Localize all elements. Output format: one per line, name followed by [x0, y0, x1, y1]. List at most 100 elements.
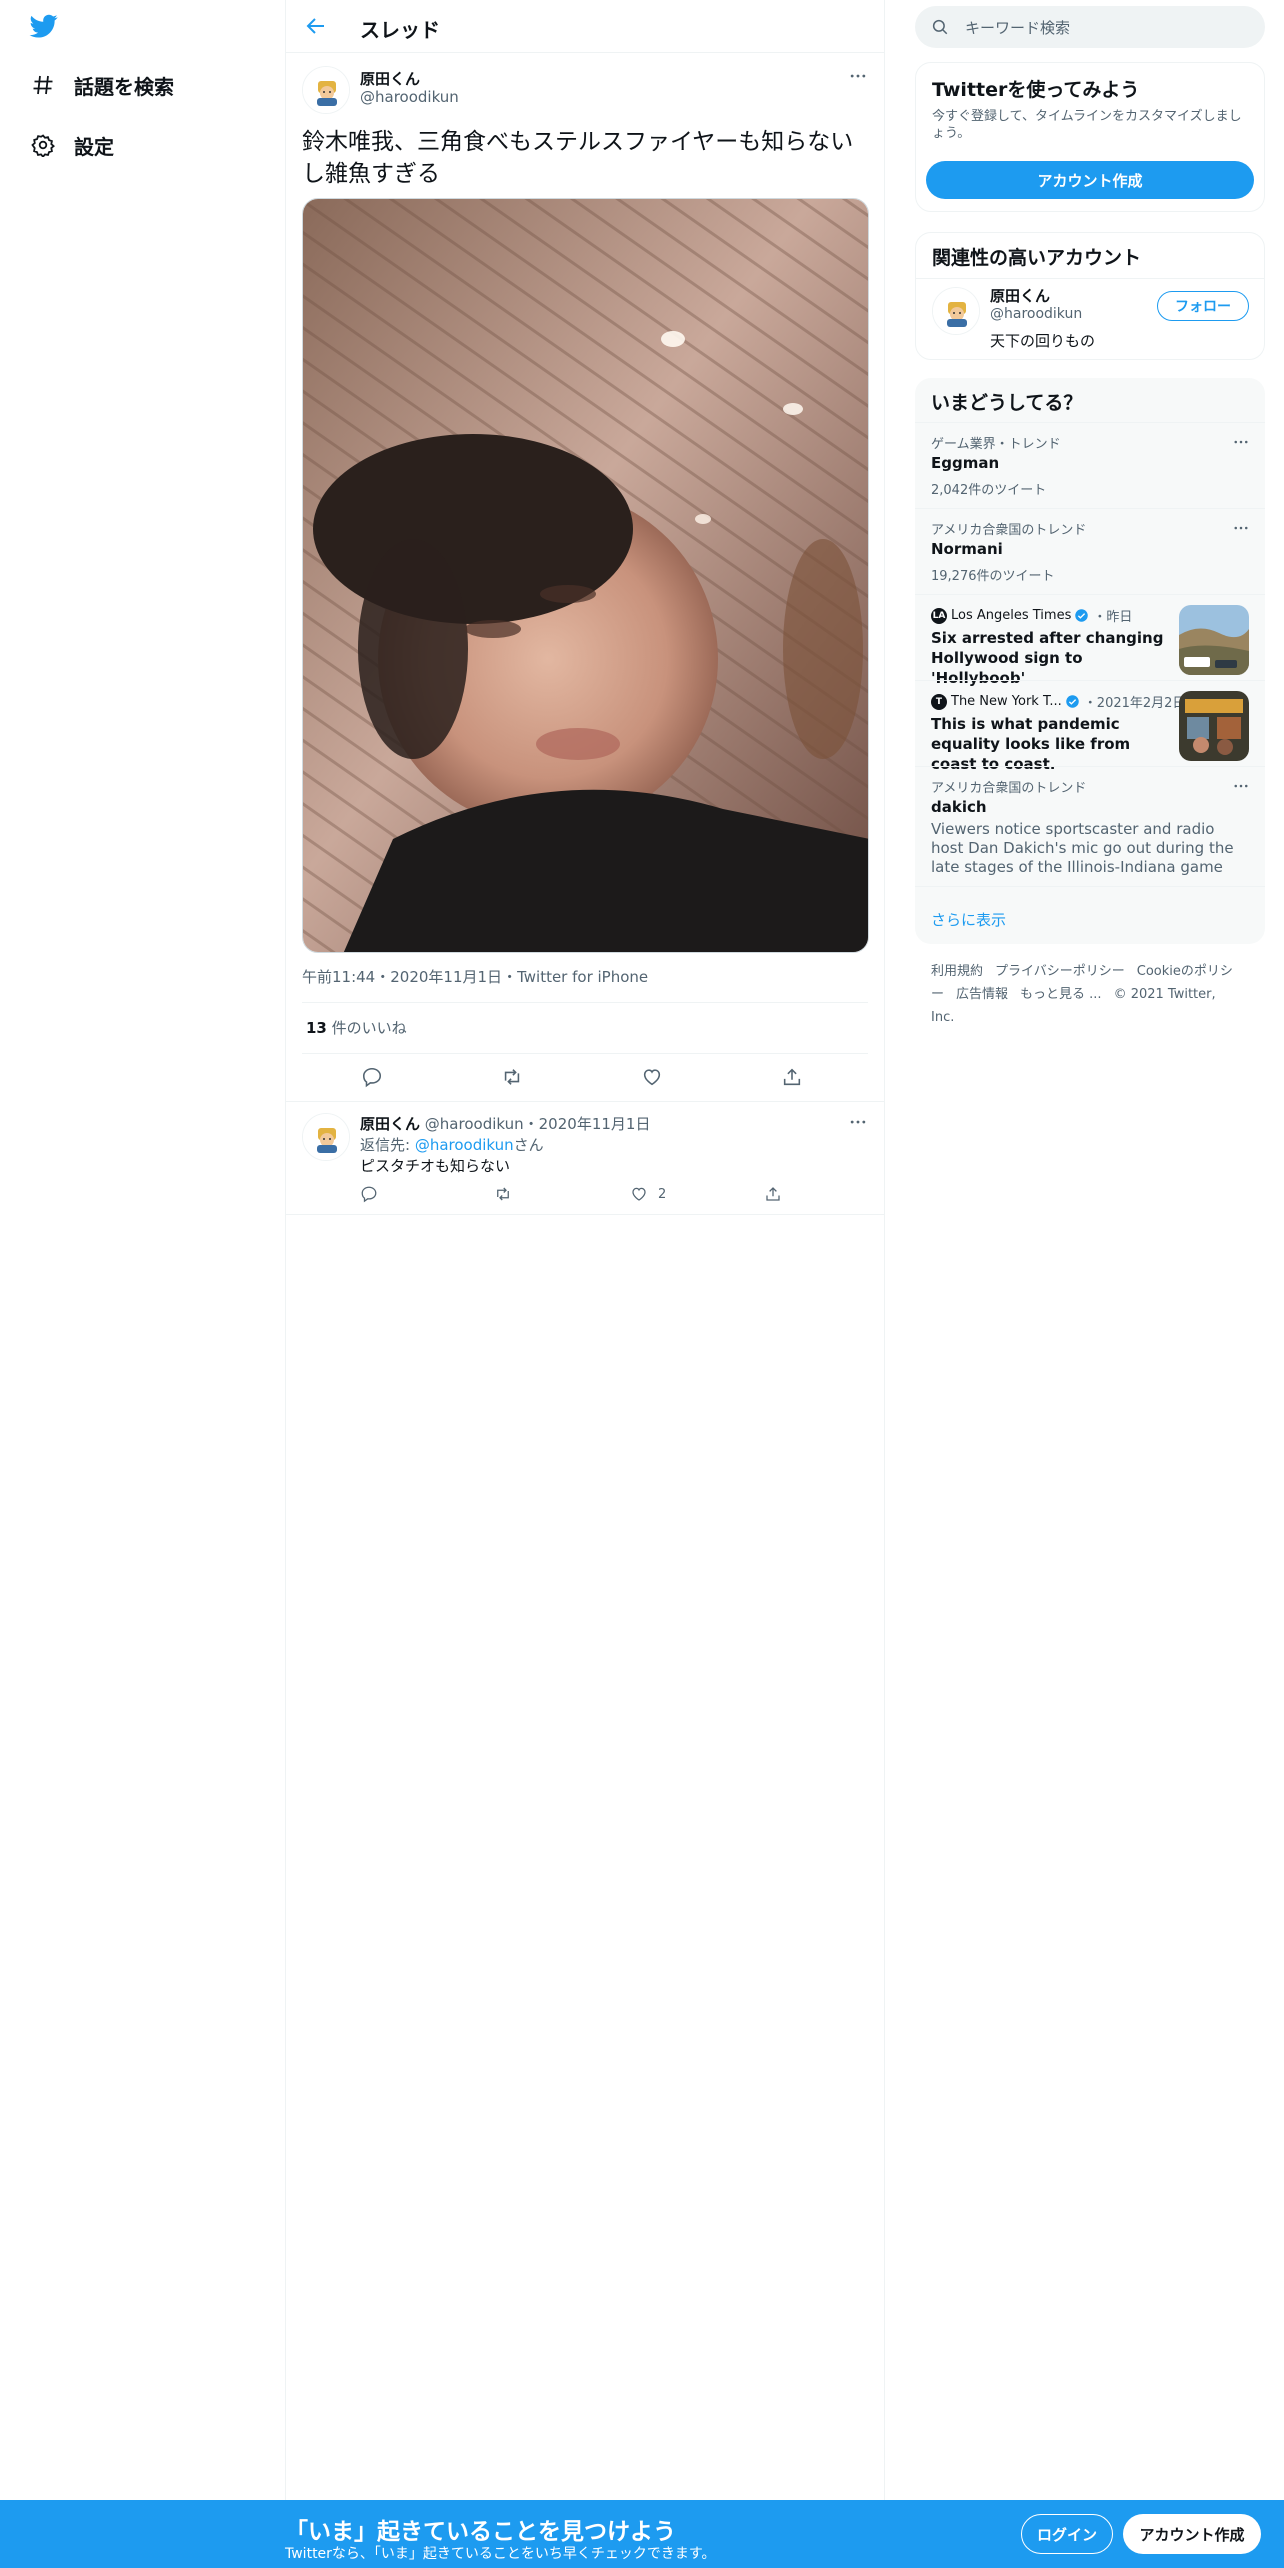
- trend-name: Eggman: [931, 454, 1000, 472]
- signup-card: Twitterを使ってみよう 今すぐ登録して、タイムラインをカスタマイズしましょ…: [915, 62, 1265, 212]
- reply-reply-icon[interactable]: [360, 1183, 378, 1205]
- retweet-icon[interactable]: [498, 1063, 526, 1091]
- author-handle[interactable]: @haroodikun: [360, 88, 459, 106]
- nav-settings[interactable]: 設定: [28, 125, 114, 165]
- left-navigation: 話題を検索 設定: [0, 0, 285, 2568]
- footer-link-privacy[interactable]: プライバシーポリシー: [995, 964, 1125, 979]
- gear-icon: [28, 130, 58, 160]
- tweet-time[interactable]: 午前11:44: [302, 968, 375, 986]
- bottom-bar-subtitle: Twitterなら、「いま」起きていることをいち早くチェックできます。: [285, 2546, 716, 2562]
- replying-to-handle[interactable]: @haroodikun: [415, 1136, 514, 1154]
- show-more-link[interactable]: さらに表示: [931, 909, 1006, 930]
- news-thumbnail: [1179, 605, 1249, 675]
- heart-icon[interactable]: [638, 1063, 666, 1091]
- nav-explore[interactable]: 話題を検索: [28, 65, 174, 105]
- arrow-left-icon[interactable]: [304, 14, 330, 40]
- trend-item[interactable]: アメリカ合衆国のトレンド dakich Viewers notice sport…: [915, 766, 1265, 886]
- related-account-avatar[interactable]: [932, 287, 980, 335]
- trends-card: いまどうしてる？ ゲーム業界・トレンド Eggman 2,042件のツイート ア…: [915, 378, 1265, 944]
- reply-like-count: 2: [658, 1186, 667, 1202]
- news-thumbnail: [1179, 691, 1249, 761]
- create-account-button[interactable]: アカウント作成: [926, 161, 1254, 199]
- trend-context: ゲーム業界・トレンド: [931, 437, 1061, 452]
- reply-author-avatar[interactable]: [302, 1113, 350, 1161]
- footer-link-terms[interactable]: 利用規約: [931, 964, 983, 979]
- likes-number: 13: [306, 1019, 327, 1037]
- replying-to-prefix: 返信先:: [360, 1136, 415, 1154]
- signup-card-title: Twitterを使ってみよう: [932, 79, 1140, 101]
- trend-item[interactable]: ゲーム業界・トレンド Eggman 2,042件のツイート: [915, 422, 1265, 508]
- hashtag-icon: [28, 70, 58, 100]
- trend-item[interactable]: アメリカ合衆国のトレンド Normani 19,276件のツイート: [915, 508, 1265, 594]
- news-source-logo: LA: [931, 607, 947, 624]
- twitter-bird-icon[interactable]: [28, 12, 64, 42]
- footer-link-ads[interactable]: 広告情報: [956, 987, 1008, 1002]
- related-account-handle[interactable]: @haroodikun: [990, 306, 1082, 322]
- news-item[interactable]: LA Los Angeles Times ・昨日 Six arrested af…: [915, 594, 1265, 687]
- footer-link-more[interactable]: もっと見る ...: [1020, 987, 1102, 1002]
- news-time: 昨日: [1106, 610, 1133, 625]
- trend-name: dakich: [931, 798, 987, 816]
- trend-count: 2,042件のツイート: [931, 483, 1047, 498]
- footer-links: 利用規約 プライバシーポリシー Cookieのポリシー 広告情報 もっと見る ... © …: [931, 960, 1251, 1029]
- news-headline: Six arrested after changing Hollywood si…: [931, 629, 1164, 687]
- signup-card-subtitle: 今すぐ登録して、タイムラインをカスタマイズしましょう。: [932, 109, 1242, 141]
- signup-button[interactable]: アカウント作成: [1123, 2514, 1261, 2554]
- news-source-name: The New York T...: [951, 694, 1062, 709]
- nav-settings-label: 設定: [74, 134, 114, 159]
- more-options-icon[interactable]: [846, 64, 870, 88]
- tweet-photo[interactable]: [302, 198, 869, 953]
- reply-date[interactable]: 2020年11月1日: [539, 1115, 651, 1133]
- author-avatar[interactable]: [302, 66, 350, 114]
- trend-context: アメリカ合衆国のトレンド: [931, 781, 1087, 796]
- login-button[interactable]: ログイン: [1021, 2514, 1113, 2554]
- related-accounts-card: 関連性の高いアカウント 原田くん @haroodikun 天下の回りもの フォロ…: [915, 232, 1265, 360]
- divider: [286, 1101, 884, 1102]
- likes-count[interactable]: 13 件のいいね: [306, 1017, 407, 1038]
- tweet-date[interactable]: 2020年11月1日: [390, 968, 502, 986]
- divider: [302, 1002, 868, 1003]
- news-item[interactable]: T The New York T... ・ 2021年2月2日 This is w…: [915, 680, 1265, 773]
- author-name[interactable]: 原田くん: [360, 68, 420, 89]
- divider: [915, 886, 1265, 887]
- tweet-client[interactable]: Twitter for iPhone: [517, 968, 648, 986]
- search-input[interactable]: キーワード検索: [915, 6, 1265, 48]
- thread-header: スレッド: [286, 0, 884, 53]
- news-source-name: Los Angeles Times: [951, 608, 1072, 623]
- bottom-bar-title: 「いま」起きていることを見つけよう: [285, 2519, 676, 2545]
- heart-icon: [632, 1187, 646, 1201]
- news-headline: This is what pandemic equality looks lik…: [931, 715, 1131, 773]
- share-icon[interactable]: [778, 1063, 806, 1091]
- related-account-bio: 天下の回りもの: [990, 332, 1096, 350]
- reply-text: ピスタチオも知らない: [360, 1157, 511, 1175]
- main-column: スレッド 原田くん @haroodikun 鈴木唯我、三角食べもステルスファイヤ…: [285, 0, 885, 2500]
- divider: [916, 278, 1264, 279]
- divider: [302, 1053, 868, 1054]
- divider: [286, 1214, 884, 1215]
- follow-button[interactable]: フォロー: [1157, 291, 1249, 321]
- reply-author-handle[interactable]: @haroodikun: [425, 1115, 524, 1133]
- search-icon: [931, 18, 951, 38]
- news-source: LA Los Angeles Times ・昨日: [931, 607, 1133, 625]
- likes-label: 件のいいね: [331, 1019, 407, 1037]
- verified-badge-icon: [1066, 695, 1079, 708]
- news-time: 2021年2月2日: [1096, 696, 1186, 711]
- more-options-icon[interactable]: [846, 1110, 870, 1134]
- replying-to: 返信先: @haroodikunさん: [360, 1134, 544, 1155]
- more-options-icon[interactable]: [1229, 430, 1253, 454]
- more-options-icon[interactable]: [1229, 774, 1253, 798]
- tweet-text: 鈴木唯我、三角食べもステルスファイヤーも知らないし雑魚すぎる: [302, 129, 854, 187]
- more-options-icon[interactable]: [1229, 516, 1253, 540]
- reply-like-button[interactable]: 2: [630, 1183, 666, 1205]
- reply-author-name[interactable]: 原田くん: [360, 1115, 420, 1133]
- page-title: スレッド: [360, 18, 440, 42]
- trend-context: アメリカ合衆国のトレンド: [931, 523, 1087, 538]
- reply-share-icon[interactable]: [764, 1183, 782, 1205]
- related-account-name[interactable]: 原田くん: [990, 285, 1050, 306]
- replying-to-suffix: さん: [513, 1136, 544, 1154]
- tweet-metadata: 午前11:44・2020年11月1日・Twitter for iPhone: [302, 968, 649, 986]
- news-source: T The New York T... ・ 2021年2月2日: [931, 692, 1185, 711]
- reply-icon[interactable]: [358, 1063, 386, 1091]
- reply-retweet-icon[interactable]: [494, 1183, 512, 1205]
- nav-explore-label: 話題を検索: [74, 74, 174, 99]
